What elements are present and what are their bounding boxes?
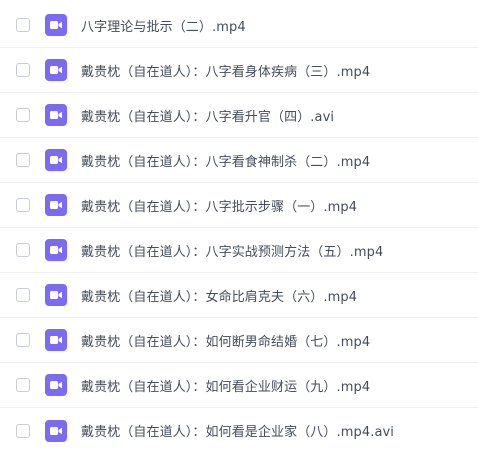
- video-file-icon: [45, 284, 67, 306]
- video-file-icon: [45, 194, 67, 216]
- row-checkbox[interactable]: [16, 198, 30, 212]
- file-name[interactable]: 八字理论与批示（二）.mp4: [81, 16, 246, 35]
- file-list: 八字理论与批示（二）.mp4 戴贵枕（自在道人）：八字看身体疾病（三）.mp4 …: [0, 0, 478, 452]
- video-file-icon: [45, 419, 67, 442]
- video-file-icon: [45, 329, 67, 351]
- row-checkbox[interactable]: [16, 18, 30, 32]
- file-row[interactable]: 戴贵枕（自在道人）：如何看企业财运（九）.mp4: [0, 363, 478, 408]
- video-file-icon: [45, 14, 67, 36]
- file-name[interactable]: 戴贵枕（自在道人）：如何断男命结婚（七）.mp4: [81, 331, 370, 350]
- row-checkbox[interactable]: [16, 63, 30, 77]
- file-name[interactable]: 戴贵枕（自在道人）：八字看身体疾病（三）.mp4: [81, 61, 370, 80]
- row-checkbox[interactable]: [16, 378, 30, 392]
- row-checkbox[interactable]: [16, 423, 30, 438]
- video-file-icon: [45, 59, 67, 81]
- file-row[interactable]: 戴贵枕（自在道人）：八字批示步骤（一）.mp4: [0, 183, 478, 228]
- file-row[interactable]: 戴贵枕（自在道人）：如何断男命结婚（七）.mp4: [0, 318, 478, 363]
- file-name[interactable]: 戴贵枕（自在道人）：女命比肩克夫（六）.mp4: [81, 286, 357, 305]
- file-row[interactable]: 戴贵枕（自在道人）：八字看食神制杀（二）.mp4: [0, 138, 478, 183]
- file-name[interactable]: 戴贵枕（自在道人）：如何看企业财运（九）.mp4: [81, 376, 370, 395]
- file-row[interactable]: 戴贵枕（自在道人）：八字实战预测方法（五）.mp4: [0, 228, 478, 273]
- file-name[interactable]: 戴贵枕（自在道人）：如何看是企业家（八）.mp4.avi: [81, 421, 394, 440]
- video-file-icon: [45, 239, 67, 261]
- row-checkbox[interactable]: [16, 288, 30, 302]
- row-checkbox[interactable]: [16, 108, 30, 122]
- file-row[interactable]: 戴贵枕（自在道人）：八字看身体疾病（三）.mp4: [0, 48, 478, 93]
- row-checkbox[interactable]: [16, 333, 30, 347]
- file-row[interactable]: 戴贵枕（自在道人）：八字看升官（四）.avi: [0, 93, 478, 138]
- video-file-icon: [45, 149, 67, 171]
- video-file-icon: [45, 104, 67, 126]
- row-checkbox[interactable]: [16, 153, 30, 167]
- file-row[interactable]: 戴贵枕（自在道人）：女命比肩克夫（六）.mp4: [0, 273, 478, 318]
- file-name[interactable]: 戴贵枕（自在道人）：八字批示步骤（一）.mp4: [81, 196, 357, 215]
- file-row[interactable]: 戴贵枕（自在道人）：如何看是企业家（八）.mp4.avi: [0, 408, 478, 452]
- video-file-icon: [45, 374, 67, 396]
- row-checkbox[interactable]: [16, 243, 30, 257]
- file-name[interactable]: 戴贵枕（自在道人）：八字实战预测方法（五）.mp4: [81, 241, 383, 260]
- file-row[interactable]: 八字理论与批示（二）.mp4: [0, 3, 478, 48]
- file-name[interactable]: 戴贵枕（自在道人）：八字看食神制杀（二）.mp4: [81, 151, 370, 170]
- file-name[interactable]: 戴贵枕（自在道人）：八字看升官（四）.avi: [81, 106, 334, 125]
